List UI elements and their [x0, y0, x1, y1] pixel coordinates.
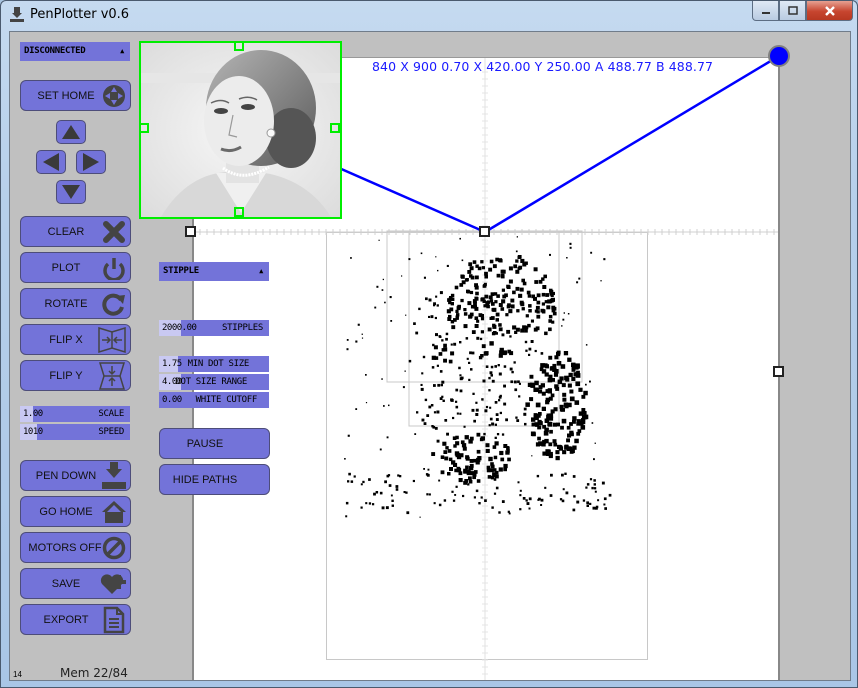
no-entry-icon — [102, 536, 126, 560]
crosshair-icon — [103, 85, 125, 107]
plot-label: PLOT — [51, 262, 81, 274]
pen-down-button[interactable]: PEN DOWN — [20, 460, 131, 491]
hide-paths-button[interactable]: HIDE PATHS — [159, 464, 270, 495]
speed-label: SPEED — [98, 427, 124, 437]
jog-right-button[interactable] — [76, 150, 106, 174]
gondola-handle[interactable] — [479, 226, 490, 237]
save-button[interactable]: SAVE — [20, 568, 131, 599]
scale-value: 1.00 — [23, 409, 43, 419]
connection-selected: DISCONNECTED — [24, 46, 86, 56]
min-dot-size-slider[interactable]: 1.75 MIN DOT SIZE — [159, 356, 269, 372]
dot-size-range-label: DOT SIZE RANGE — [175, 377, 247, 387]
motors-off-button[interactable]: MOTORS OFF — [20, 532, 131, 563]
caret-up-icon: ▲ — [259, 267, 263, 275]
clear-label: CLEAR — [47, 226, 85, 238]
min-dot-size-label: MIN DOT SIZE — [187, 359, 250, 369]
export-button[interactable]: EXPORT — [20, 604, 131, 635]
source-image-preview[interactable] — [139, 41, 342, 219]
power-icon — [103, 258, 125, 280]
jog-down-button[interactable] — [56, 180, 86, 204]
stipples-slider[interactable]: 2000.00 STIPPLES — [159, 320, 269, 336]
dot-size-range-slider[interactable]: 4.00 DOT SIZE RANGE — [159, 374, 269, 390]
connection-dropdown[interactable]: DISCONNECTED ▲ — [20, 42, 130, 61]
image-handle-right[interactable] — [330, 123, 340, 133]
jog-left-button[interactable] — [36, 150, 66, 174]
render-mode-dropdown[interactable]: STIPPLE ▲ — [159, 262, 269, 281]
flip-vertical-icon — [98, 362, 126, 390]
document-icon — [103, 606, 125, 634]
pause-label: PAUSE — [186, 438, 224, 450]
rotate-icon — [102, 293, 125, 316]
export-label: EXPORT — [43, 614, 89, 626]
arrow-left-icon — [43, 153, 59, 171]
image-handle-left[interactable] — [141, 123, 149, 133]
close-icon — [824, 5, 835, 16]
x-icon — [103, 221, 125, 243]
min-dot-size-value: 1.75 — [162, 359, 182, 369]
canvas-handle-left[interactable] — [185, 226, 196, 237]
pen-down-label: PEN DOWN — [35, 470, 97, 482]
rotate-button[interactable]: ROTATE — [20, 288, 131, 319]
white-cutoff-value: 0.00 — [162, 395, 182, 405]
paper-outline — [326, 232, 648, 660]
image-handle-top[interactable] — [234, 43, 244, 51]
white-cutoff-slider[interactable]: 0.00 WHITE CUTOFF — [159, 392, 269, 408]
maximize-icon — [787, 6, 798, 15]
set-home-label: SET HOME — [37, 90, 95, 102]
go-home-button[interactable]: GO HOME — [20, 496, 131, 527]
close-button[interactable] — [806, 1, 853, 21]
arrow-up-icon — [62, 125, 80, 139]
app-window: PenPlotter v0.6 840 X 900 0.70 X 420.00 … — [0, 0, 858, 688]
caret-up-icon: ▲ — [120, 47, 124, 55]
flip-y-button[interactable]: FLIP Y — [20, 360, 131, 391]
clear-button[interactable]: CLEAR — [20, 216, 131, 247]
client-area: 840 X 900 0.70 X 420.00 Y 250.00 A 488.7… — [9, 31, 851, 681]
heart-plus-icon — [100, 574, 126, 594]
minimize-button[interactable] — [752, 1, 779, 21]
stipples-label: STIPPLES — [222, 323, 263, 333]
pen-down-icon — [102, 462, 126, 489]
canvas-handle-right[interactable] — [773, 366, 784, 377]
coordinates-readout: 840 X 900 0.70 X 420.00 Y 250.00 A 488.7… — [372, 59, 714, 74]
speed-slider[interactable]: 1010 SPEED — [20, 424, 130, 440]
rotate-label: ROTATE — [44, 298, 88, 310]
title-bar[interactable]: PenPlotter v0.6 — [1, 1, 858, 31]
scale-label: SCALE — [98, 409, 124, 419]
maximize-button[interactable] — [779, 1, 806, 21]
set-home-button[interactable]: SET HOME — [20, 80, 131, 111]
memory-status: Mem 22/84 — [60, 666, 128, 680]
window-title: PenPlotter v0.6 — [30, 7, 130, 22]
motors-off-label: MOTORS OFF — [28, 542, 102, 554]
render-mode-selected: STIPPLE — [163, 266, 199, 276]
portrait-image — [141, 43, 340, 217]
flip-x-button[interactable]: FLIP X — [20, 324, 131, 355]
save-label: SAVE — [51, 578, 81, 590]
go-home-label: GO HOME — [39, 506, 93, 518]
speed-value: 1010 — [23, 427, 43, 437]
arrow-right-icon — [83, 153, 99, 171]
home-icon — [102, 501, 126, 523]
window-controls — [752, 1, 853, 21]
flip-horizontal-icon — [98, 326, 126, 354]
pen-plotter-icon — [10, 7, 24, 22]
hide-paths-label: HIDE PATHS — [172, 474, 238, 486]
plot-button[interactable]: PLOT — [20, 252, 131, 283]
stipples-value: 2000.00 — [162, 323, 197, 333]
arrow-down-icon — [62, 185, 80, 199]
motor-right[interactable] — [768, 45, 790, 67]
jog-up-button[interactable] — [56, 120, 86, 144]
scale-slider[interactable]: 1.00 SCALE — [20, 406, 130, 422]
white-cutoff-label: WHITE CUTOFF — [195, 395, 258, 405]
pause-button[interactable]: PAUSE — [159, 428, 270, 459]
fps-counter: 14 — [13, 670, 22, 679]
image-handle-bottom[interactable] — [234, 207, 244, 217]
minimize-icon — [761, 11, 770, 14]
